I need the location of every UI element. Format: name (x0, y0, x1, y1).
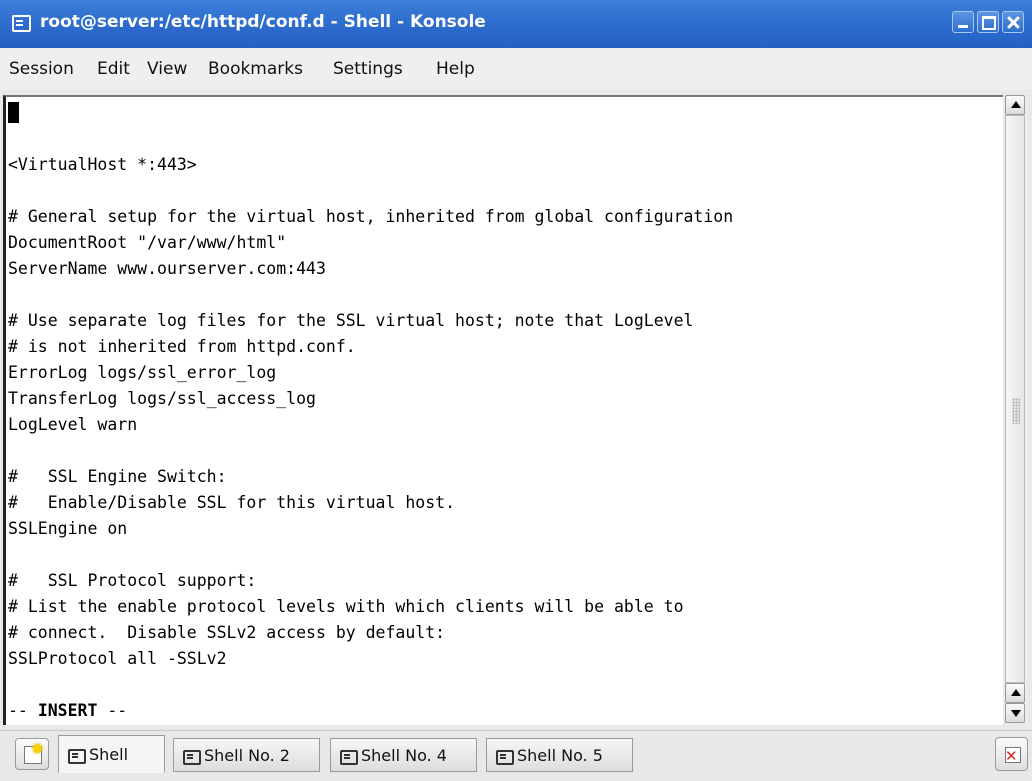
terminal-icon (68, 749, 86, 764)
terminal-line: SSLProtocol all -SSLv2 (8, 649, 227, 668)
scroll-down-button[interactable] (1005, 703, 1025, 723)
terminal-line: # is not inherited from httpd.conf. (8, 337, 356, 356)
arrow-down-icon (1011, 710, 1021, 717)
close-window-button[interactable] (1002, 11, 1024, 33)
mode-label: INSERT (37, 701, 98, 720)
terminal-icon (183, 750, 201, 765)
tab-label: Shell No. 5 (517, 746, 603, 765)
terminal-line: ErrorLog logs/ssl_error_log (8, 363, 277, 382)
new-session-button[interactable] (15, 738, 49, 770)
terminal-icon (496, 750, 514, 765)
menu-help[interactable]: Help (436, 59, 475, 79)
title-bar[interactable]: root@server:/etc/httpd/conf.d - Shell - … (0, 0, 1032, 48)
mode-suffix: -- (97, 701, 128, 720)
session-tab-bar: Shell Shell No. 2 Shell No. 4 Shell No. … (0, 730, 1032, 781)
arrow-up-icon (1011, 101, 1021, 108)
terminal-line: LogLevel warn (8, 415, 138, 434)
tab-label: Shell No. 2 (204, 746, 290, 765)
vim-mode-line: -- INSERT -- (8, 701, 127, 721)
mode-prefix: -- (8, 701, 38, 720)
terminal-line: TransferLog logs/ssl_access_log (8, 389, 316, 408)
terminal-line: # SSL Protocol support: (8, 571, 257, 590)
tab-shell-no-4[interactable]: Shell No. 4 (330, 738, 477, 772)
window-title: root@server:/etc/httpd/conf.d - Shell - … (40, 12, 486, 32)
grip-icon (1012, 398, 1020, 424)
menu-edit[interactable]: Edit (97, 59, 130, 79)
scrollbar-thumb[interactable] (1005, 115, 1025, 683)
scroll-up-button[interactable] (1005, 95, 1025, 115)
menu-bookmarks[interactable]: Bookmarks (208, 59, 303, 79)
arrow-up-icon (1011, 689, 1021, 696)
terminal-line: DocumentRoot "/var/www/html" (8, 233, 287, 252)
tab-shell[interactable]: Shell (58, 735, 165, 773)
maximize-button[interactable] (977, 11, 999, 33)
menu-session[interactable]: Session (9, 59, 74, 79)
star-icon (33, 744, 42, 753)
tab-shell-no-2[interactable]: Shell No. 2 (173, 738, 320, 772)
terminal-line: # General setup for the virtual host, in… (8, 207, 734, 226)
terminal-line: <VirtualHost *:443> (8, 155, 197, 174)
scroll-up-button-lower[interactable] (1005, 683, 1025, 703)
tab-label: Shell No. 4 (361, 746, 447, 765)
terminal-output[interactable]: <VirtualHost *:443> # General setup for t… (3, 95, 1003, 725)
terminal-line: ServerName www.ourserver.com:443 (8, 259, 326, 278)
menu-bar: Session Edit View Bookmarks Settings Hel… (0, 48, 1032, 91)
terminal-line: # List the enable protocol levels with w… (8, 597, 684, 616)
close-session-button[interactable]: ✕ (995, 737, 1028, 771)
vertical-scrollbar[interactable] (1005, 95, 1027, 723)
terminal-line: # Enable/Disable SSL for this virtual ho… (8, 493, 456, 512)
terminal-line: SSLEngine on (8, 519, 128, 538)
text-cursor (8, 102, 19, 123)
terminal-line: # SSL Engine Switch: (8, 467, 227, 486)
terminal-line: # Use separate log files for the SSL vir… (8, 311, 694, 330)
minimize-button[interactable] (952, 11, 974, 33)
konsole-app-icon[interactable] (12, 15, 31, 32)
tab-label: Shell (89, 745, 129, 764)
menu-settings[interactable]: Settings (333, 59, 403, 79)
terminal-icon (340, 750, 358, 765)
tab-shell-no-5[interactable]: Shell No. 5 (486, 738, 633, 772)
menu-view[interactable]: View (147, 59, 187, 79)
terminal-line: # connect. Disable SSLv2 access by defau… (8, 623, 446, 642)
x-icon: ✕ (1005, 747, 1018, 765)
terminal-frame: <VirtualHost *:443> # General setup for t… (0, 90, 1032, 730)
